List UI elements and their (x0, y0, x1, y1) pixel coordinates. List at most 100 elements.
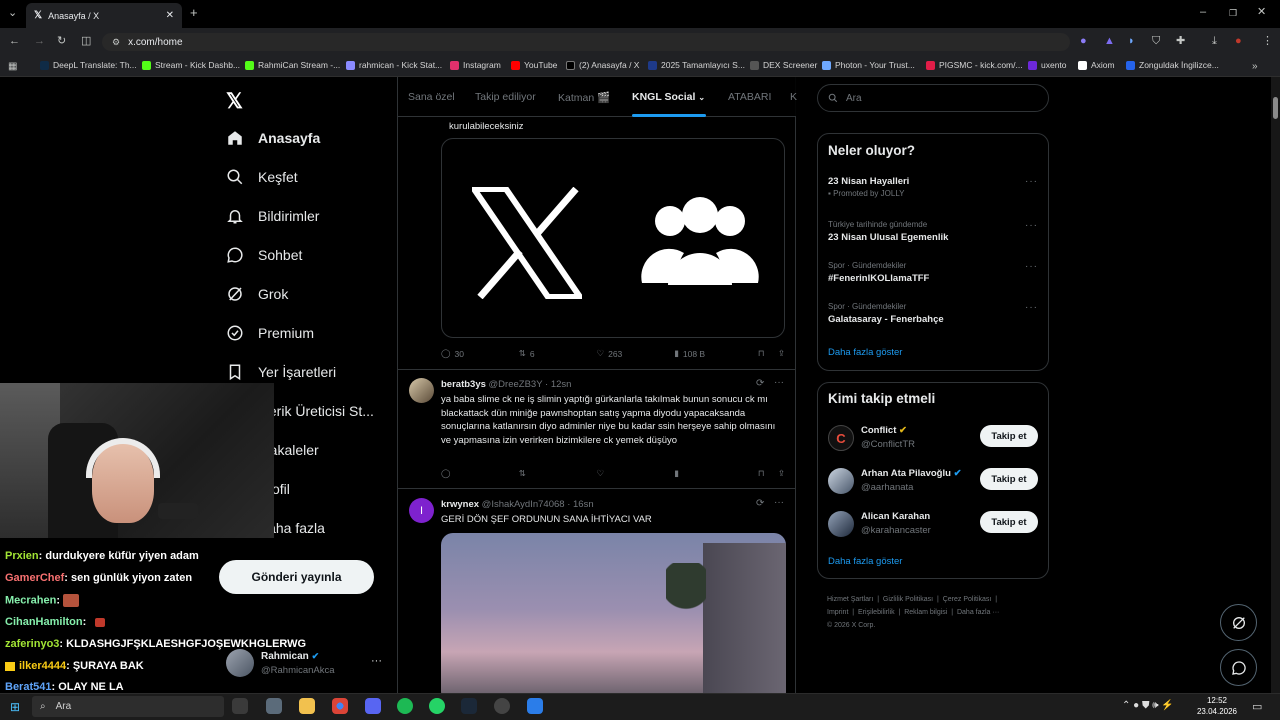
bookmark-item[interactable]: uxento (1028, 60, 1067, 70)
reload-icon[interactable]: ↻ (57, 36, 66, 47)
trend-item[interactable]: Türkiye tarihinde gündemde 23 Nisan Ulus… (828, 220, 1040, 250)
tweet-media[interactable] (441, 138, 785, 338)
share-button[interactable]: ⇪ (778, 348, 785, 359)
more-dots-icon[interactable]: ··· (774, 377, 784, 388)
sidebar-item-grok[interactable]: Grok (226, 285, 288, 303)
bookmark-item[interactable]: DeepL Translate: Th... (40, 60, 137, 70)
search-box[interactable]: Ara (817, 84, 1049, 112)
windows-start-icon[interactable]: ⊞ (10, 700, 20, 714)
extension-icon[interactable]: ● (1080, 36, 1087, 47)
notification-icon[interactable]: ▭ (1252, 700, 1262, 713)
more-dots-icon[interactable]: ··· (1025, 176, 1038, 187)
tab-following[interactable]: Takip ediliyor (475, 91, 536, 103)
footer-link[interactable]: Erişilebilirlik (858, 609, 895, 616)
grok-fab[interactable] (1220, 604, 1257, 641)
more-bookmarks-icon[interactable]: » (1252, 61, 1258, 72)
footer-link[interactable]: Daha fazla ··· (957, 609, 999, 616)
repost-button[interactable]: ⇅ (519, 468, 597, 479)
tweet-video[interactable] (441, 533, 786, 693)
grok-analyze-icon[interactable]: ⟳ (756, 378, 764, 389)
spotify-icon[interactable] (397, 698, 413, 714)
app-icon[interactable] (494, 698, 510, 714)
browser-tab[interactable]: 𝕏 Anasayfa / X ✕ (26, 3, 182, 28)
bookmark-item[interactable]: rahmican - Kick Stat... (346, 60, 442, 70)
taskbar-clock[interactable]: 12:52 23.04.2026 (1196, 695, 1238, 717)
scrollbar[interactable] (1271, 77, 1280, 693)
split-view-icon[interactable]: ◫ (81, 36, 91, 47)
reply-button[interactable]: ◯ 30 (441, 348, 519, 359)
grok-analyze-icon[interactable]: ⟳ (756, 498, 764, 509)
follow-suggestion[interactable]: Arhan Ata Pilavoğlu ✔ @aarhanata (828, 466, 978, 498)
download-icon[interactable]: ⤓ (1212, 36, 1217, 47)
tweet-author-name[interactable]: beratb3ys (441, 379, 486, 390)
tab-atabari[interactable]: ATABARI (728, 91, 771, 103)
more-dots-icon[interactable]: ··· (1025, 261, 1038, 272)
url-bar[interactable]: ⚙ x.com/home (102, 33, 1070, 51)
extension-icon[interactable]: ◗ (1128, 36, 1135, 47)
tweet-card[interactable]: kurulabileceksiniz ◯ 30 ⇅ 6 ♡ 263 ▮ 108 B (398, 118, 796, 370)
bookmark-item[interactable]: Stream - Kick Dashb... (142, 60, 240, 70)
extensions-puzzle-icon[interactable]: ✚ (1176, 36, 1185, 47)
system-tray-icons[interactable]: ⌃ ● ⛊ 🕪 ⚡ (1122, 700, 1174, 711)
footer-link[interactable]: Imprint (827, 609, 848, 616)
more-dots-icon[interactable]: ··· (1025, 302, 1038, 313)
share-button[interactable]: ⇪ (778, 468, 785, 479)
views-button[interactable]: ▮ 108 B (674, 348, 758, 359)
taskbar-search[interactable]: ⌕ Ara (32, 696, 224, 717)
bookmark-button[interactable]: ⊓ (758, 468, 778, 479)
follow-button[interactable]: Takip et (980, 425, 1038, 447)
trend-item[interactable]: Spor · Gündemdekiler #FenerinIKOLlamaTFF (828, 261, 1040, 291)
bookmark-item[interactable]: PIGSMC - kick.com/... (926, 60, 1023, 70)
like-button[interactable]: ♡ 263 (596, 348, 674, 359)
tab-kngl-social[interactable]: KNGL Social ⌄ (632, 91, 705, 103)
tab-katman[interactable]: Katman 🎬 (558, 91, 610, 104)
trend-item[interactable]: 23 Nisan Hayalleri ▪ Promoted by JOLLY (828, 176, 1040, 206)
app-icon[interactable] (527, 698, 543, 714)
back-icon[interactable]: ← (9, 36, 20, 47)
whatsapp-icon[interactable] (429, 698, 445, 714)
tab-for-you[interactable]: Sana özel (408, 91, 455, 103)
tweet-author-handle[interactable]: @DreeZB3Y (489, 379, 543, 390)
bookmark-item[interactable]: 2025 Tamamlayıcı S... (648, 60, 745, 70)
discord-icon[interactable] (365, 698, 381, 714)
browser-menu-icon[interactable]: ⋮ (1262, 36, 1273, 47)
profile-avatar-icon[interactable]: ● (1235, 36, 1242, 47)
show-more-link[interactable]: Daha fazla göster (828, 347, 902, 358)
bookmark-item[interactable]: YouTube (511, 60, 557, 70)
avatar[interactable] (409, 378, 434, 403)
file-explorer-icon[interactable] (299, 698, 315, 714)
tweet-author-handle[interactable]: @IshakAydIn74068 (482, 499, 565, 510)
reply-button[interactable]: ◯ (441, 468, 519, 479)
x-logo-icon[interactable]: 𝕏 (226, 89, 243, 114)
footer-link[interactable]: Gizlilik Politikası (883, 596, 933, 603)
tweet-author-name[interactable]: krwynex (441, 499, 479, 510)
views-button[interactable]: ▮ (674, 468, 758, 479)
sidebar-item-notifications[interactable]: Bildirimler (226, 207, 319, 225)
bookmark-button[interactable]: ⊓ (758, 348, 778, 359)
follow-suggestion[interactable]: Alican Karahan @karahancaster (828, 509, 978, 541)
tab-more[interactable]: K (790, 91, 797, 103)
like-button[interactable]: ♡ (596, 468, 674, 479)
shield-icon[interactable]: ⛉ (1152, 36, 1160, 47)
account-switcher[interactable]: Rahmican ✔ @RahmicanAkca ··· (226, 647, 386, 681)
bookmark-item[interactable]: Photon - Your Trust... (822, 60, 915, 70)
close-window-icon[interactable]: ✕ (1257, 7, 1266, 18)
tweet-card[interactable]: beratb3ys @DreeZB3Y · 12sn ⟳ ··· ya baba… (398, 371, 796, 489)
tab-search-icon[interactable]: ⌄ (8, 8, 17, 19)
steam-icon[interactable] (461, 698, 477, 714)
follow-button[interactable]: Takip et (980, 511, 1038, 533)
scrollbar-thumb[interactable] (1273, 97, 1278, 119)
repost-button[interactable]: ⇅ 6 (519, 348, 597, 359)
apps-grid-icon[interactable]: ▦ (8, 61, 17, 72)
footer-link[interactable]: Hizmet Şartları (827, 596, 873, 603)
more-dots-icon[interactable]: ··· (371, 655, 382, 667)
tweet-time[interactable]: 12sn (551, 379, 572, 390)
restore-icon[interactable]: ❐ (1229, 8, 1237, 19)
bookmark-item[interactable]: RahmiCan Stream -... (245, 60, 340, 70)
bookmark-item[interactable]: (2) Anasayfa / X (566, 60, 639, 70)
trend-item[interactable]: Spor · Gündemdekiler Galatasaray - Fener… (828, 302, 1040, 332)
sidebar-item-home[interactable]: Anasayfa (226, 129, 320, 147)
extension-icon[interactable]: ▲ (1104, 36, 1115, 47)
bookmark-item[interactable]: Axiom (1078, 60, 1115, 70)
tweet-card[interactable]: I krwynex @IshakAydIn74068 · 16sn ⟳ ··· … (398, 490, 796, 693)
